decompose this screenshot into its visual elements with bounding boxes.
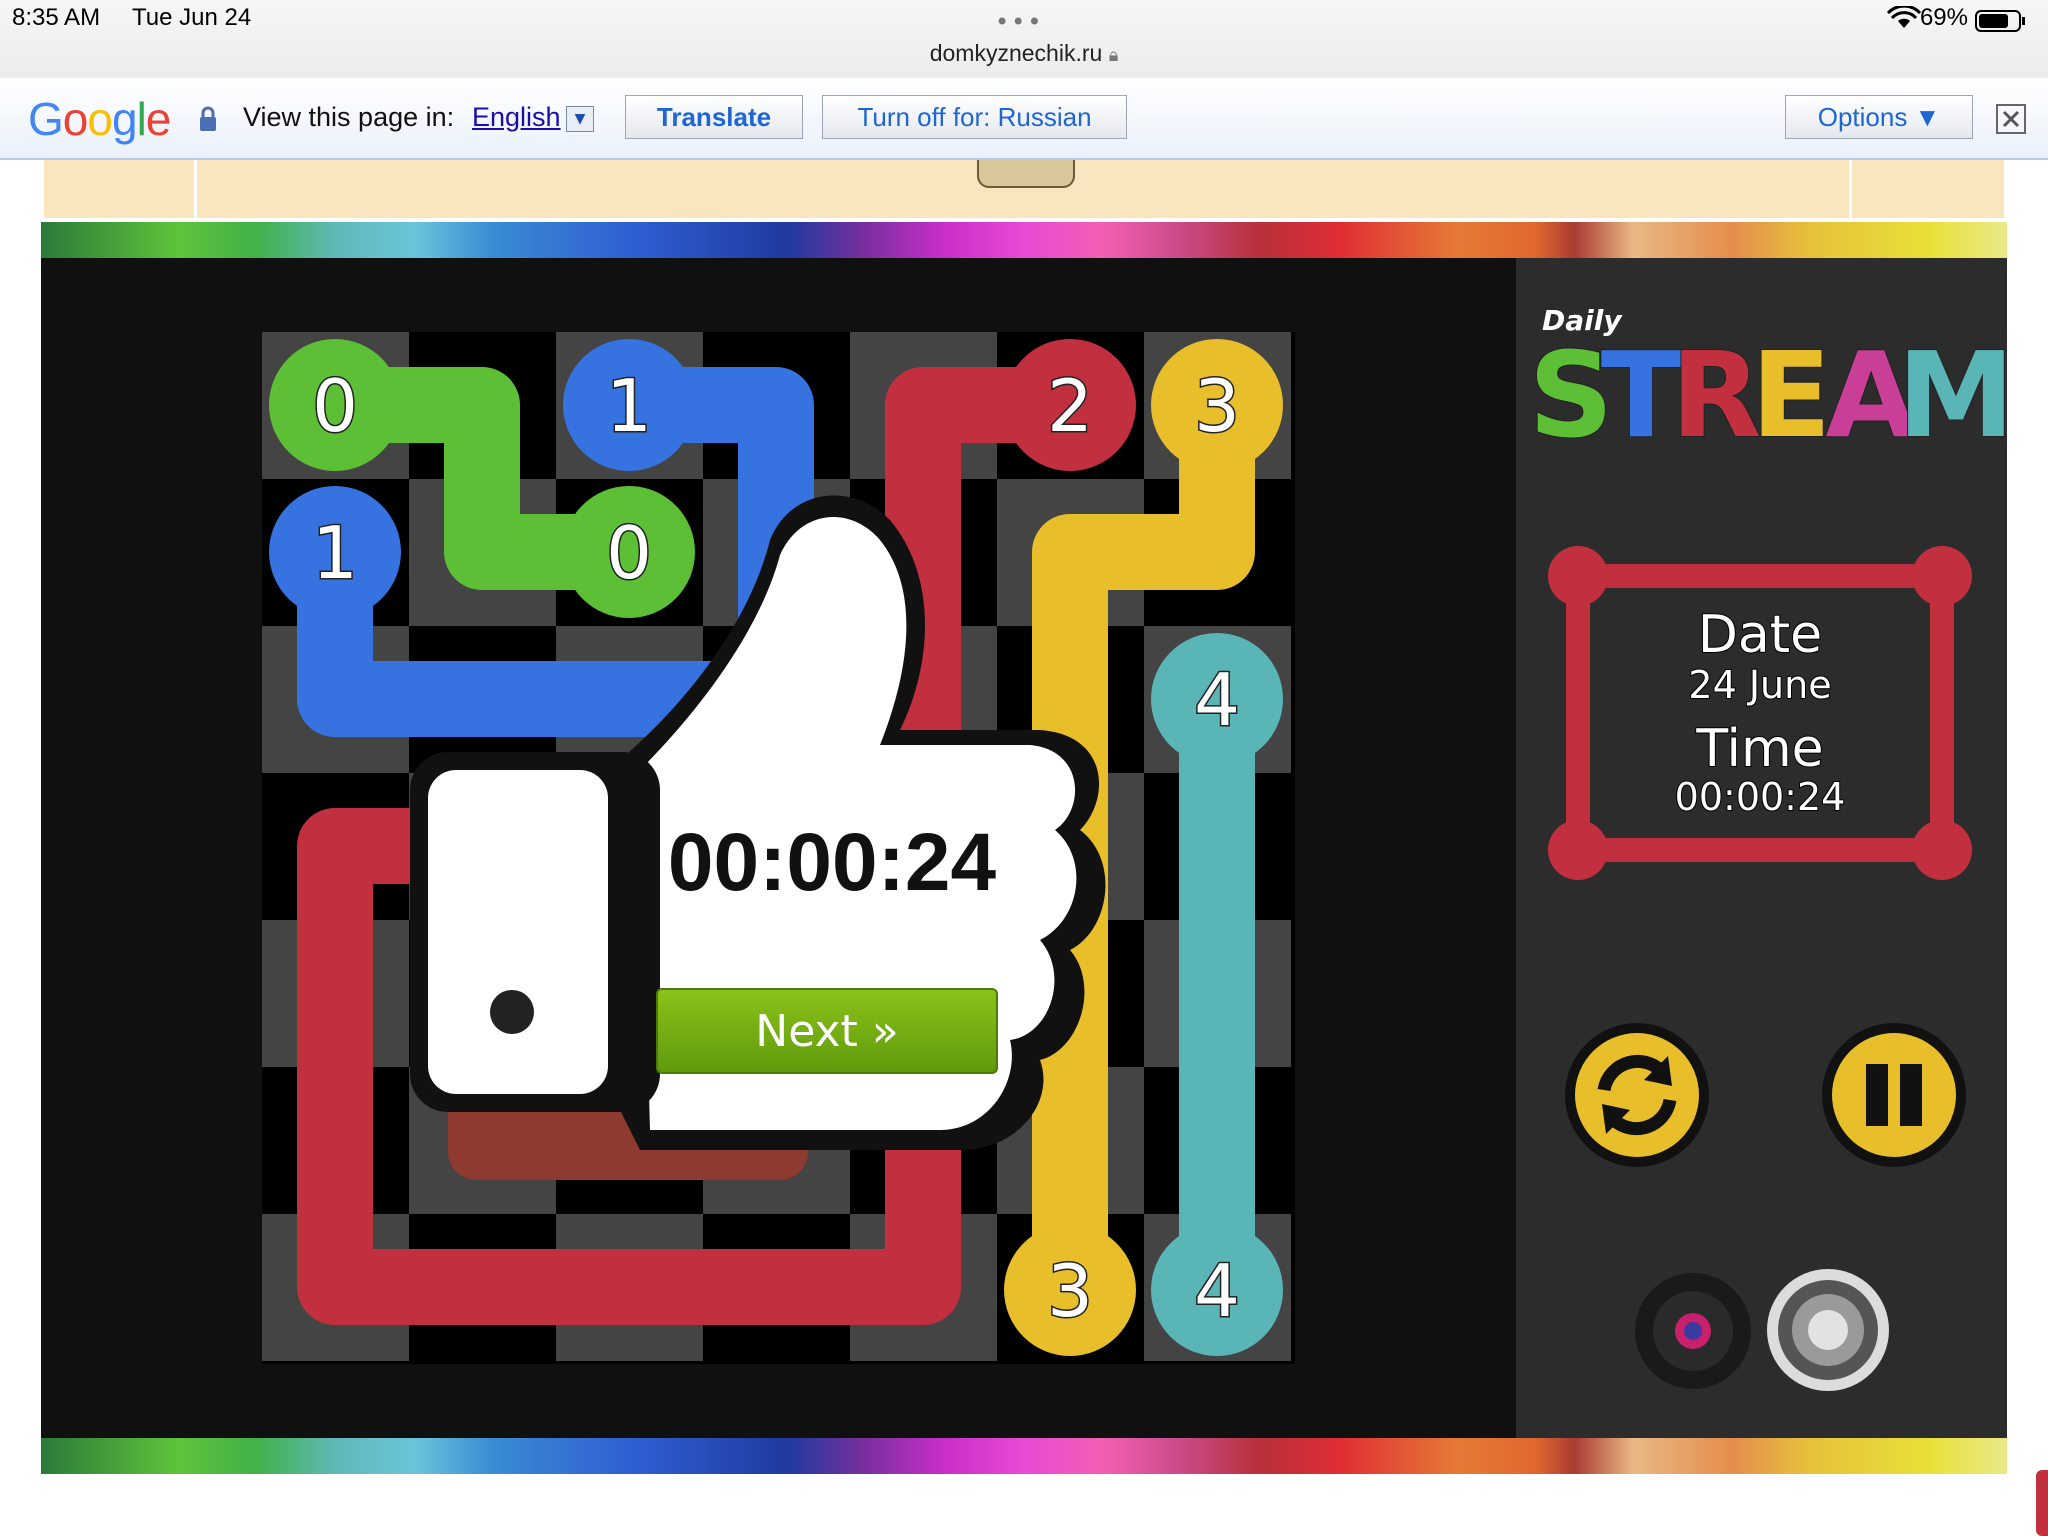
endpoint-label: 1 [606, 364, 652, 448]
pause-icon [1822, 1023, 1966, 1167]
endpoint-label: 3 [1047, 1249, 1093, 1333]
refresh-button[interactable] [1564, 1022, 1710, 1168]
endpoint-label: 0 [606, 511, 652, 595]
music-toggle[interactable] [1634, 1272, 1752, 1390]
date-value: 24 June [1688, 663, 1831, 707]
time-label: Time [1695, 719, 1823, 779]
sound-toggle[interactable] [1766, 1268, 1890, 1392]
info-frame [1548, 546, 1972, 880]
record-icon [1635, 1273, 1751, 1389]
endpoint-label: 1 [312, 511, 358, 595]
logo-letter: R [1671, 326, 1762, 464]
logo-letter: T [1601, 326, 1682, 464]
logo-letter: M [1897, 326, 2007, 464]
date-label: Date [1698, 605, 1822, 665]
endpoint-label: 3 [1194, 364, 1240, 448]
next-button[interactable]: Next » [656, 988, 998, 1074]
side-tab[interactable] [2036, 1470, 2048, 1536]
side-panel-graphics: Daily S T R E A M Date 24 June Time 00:0… [1528, 304, 2008, 880]
endpoint-label: 0 [312, 364, 358, 448]
speaker-icon [1767, 1269, 1889, 1391]
result-time: 00:00:24 [668, 817, 997, 908]
logo-letter: E [1751, 326, 1832, 464]
endpoint-label: 4 [1194, 658, 1240, 742]
endpoint-label: 4 [1194, 1249, 1240, 1333]
stream-logo: S T R E A M [1528, 325, 2008, 465]
endpoint-label: 2 [1047, 364, 1093, 448]
pause-button[interactable] [1821, 1022, 1967, 1168]
refresh-icon [1565, 1023, 1709, 1167]
time-value: 00:00:24 [1675, 775, 1846, 819]
